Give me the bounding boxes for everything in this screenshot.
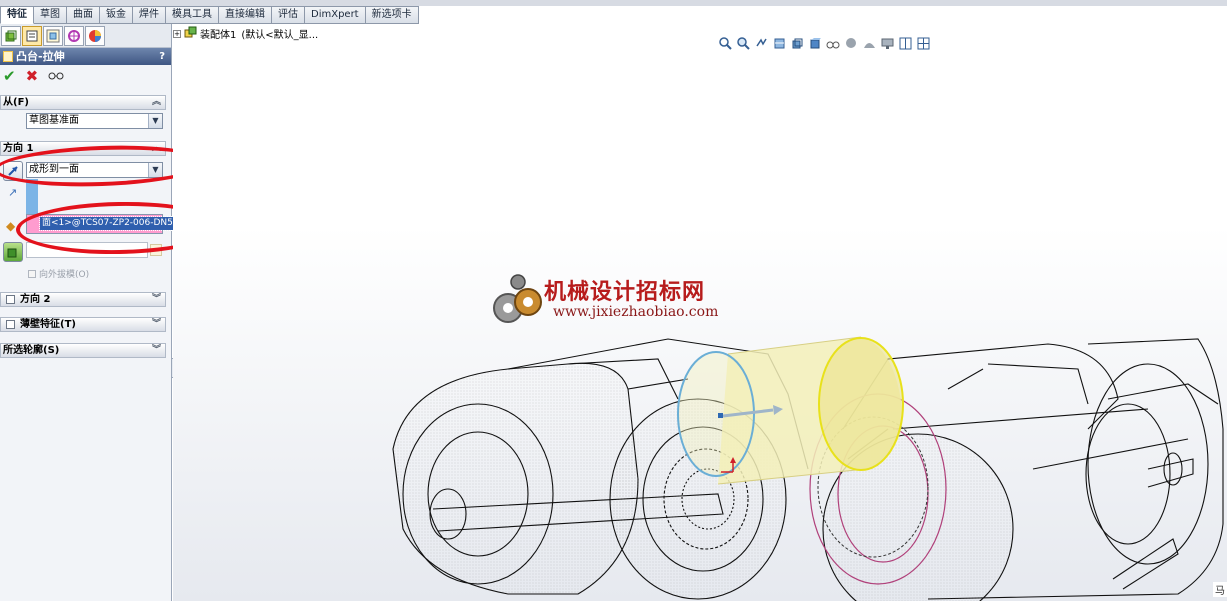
- ok-icon[interactable]: ✔: [3, 67, 16, 85]
- group-selected-contours-header[interactable]: 所选轮廓(S) ︾: [0, 343, 166, 358]
- from-select-value: 草图基准面: [29, 115, 79, 126]
- collapse-icon[interactable]: ︽: [152, 96, 161, 109]
- previous-view-icon[interactable]: [754, 36, 768, 50]
- command-manager-tabs: 特征 草图 曲面 钣金 焊件 模具工具 直接编辑 评估 DimXpert 新选项…: [0, 6, 419, 24]
- assembly-icon: [184, 26, 197, 41]
- display-style-icon[interactable]: [808, 36, 822, 50]
- thin-feature-checkbox[interactable]: [6, 320, 15, 329]
- chevron-down-icon[interactable]: ▼: [148, 114, 162, 128]
- group-from-header[interactable]: 从(F) ︽: [0, 95, 166, 110]
- apply-scene-icon[interactable]: [862, 36, 876, 50]
- split-window-icon[interactable]: [898, 36, 912, 50]
- watermark-title: 机械设计招标网: [544, 279, 706, 305]
- tab-dimxpert[interactable]: DimXpert: [305, 6, 366, 24]
- view-settings-icon[interactable]: [880, 36, 894, 50]
- help-button[interactable]: ?: [159, 48, 165, 65]
- section-view-icon[interactable]: [772, 36, 786, 50]
- tab-new-tab[interactable]: 新选项卡: [365, 6, 419, 24]
- expand-icon[interactable]: ︾: [152, 318, 161, 331]
- expand-icon[interactable]: ︾: [152, 344, 161, 357]
- edit-appearance-icon[interactable]: [844, 36, 858, 50]
- property-manager-icon[interactable]: [22, 25, 42, 46]
- display-manager-icon[interactable]: [85, 25, 105, 46]
- group-from-label: 从(F): [3, 97, 29, 108]
- feature-title: 凸台-拉伸: [16, 50, 65, 63]
- graphics-area[interactable]: + 装配体1 (默认<默认_显... 机械设计招标网 www.jixiezhao…: [173, 24, 1227, 601]
- feature-manager-icon[interactable]: [1, 25, 21, 46]
- draft-outward-option[interactable]: 向外拔模(O): [28, 267, 89, 280]
- tab-mold-tools[interactable]: 模具工具: [166, 6, 219, 24]
- dimxpert-manager-icon[interactable]: [64, 25, 84, 46]
- draft-outward-label: 向外拔模(O): [39, 270, 90, 280]
- tab-surfaces[interactable]: 曲面: [67, 6, 100, 24]
- split-window-icon[interactable]: [916, 36, 930, 50]
- draft-outward-checkbox[interactable]: [28, 269, 36, 278]
- group-selected-contours-label: 所选轮廓(S): [3, 345, 60, 356]
- model-wireframe: [392, 336, 1224, 601]
- draft-toggle-button[interactable]: [3, 242, 23, 262]
- heads-up-view-toolbar: [718, 36, 930, 50]
- tree-expand-icon[interactable]: +: [173, 29, 181, 38]
- group-direction2-header[interactable]: 方向 2 ︾: [0, 292, 166, 307]
- tree-root-label[interactable]: 装配体1: [200, 26, 236, 41]
- zoom-to-fit-icon[interactable]: [718, 36, 732, 50]
- property-manager-title: 凸台-拉伸 ?: [0, 48, 171, 65]
- group-direction2-label: 方向 2: [20, 294, 51, 305]
- manager-tabs: [0, 24, 171, 48]
- configuration-manager-icon[interactable]: [43, 25, 63, 46]
- tab-weldments[interactable]: 焊件: [133, 6, 166, 24]
- direction2-checkbox[interactable]: [6, 295, 15, 304]
- corner-text: 马: [1213, 582, 1227, 597]
- zoom-to-area-icon[interactable]: [736, 36, 750, 50]
- tab-evaluate[interactable]: 评估: [272, 6, 305, 24]
- tab-features[interactable]: 特征: [0, 6, 34, 24]
- property-manager-panel: 凸台-拉伸 ? ✔ ✖ 从(F) ︽ 草图基准面 ▼ 方向 1 ︽ 成形到一面 …: [0, 24, 223, 601]
- tab-direct-editing[interactable]: 直接编辑: [219, 6, 272, 24]
- tree-config-label: (默认<默认_显...: [241, 30, 319, 41]
- group-thin-feature-header[interactable]: 薄壁特征(T) ︾: [0, 317, 166, 332]
- face-selection-icon: ◆: [6, 219, 16, 233]
- cancel-icon[interactable]: ✖: [26, 67, 39, 85]
- draft-icon: [7, 248, 17, 258]
- confirmation-corner: ✔ ✖: [0, 65, 171, 87]
- group-thin-feature-label: 薄壁特征(T): [20, 319, 76, 330]
- expand-icon[interactable]: ︾: [152, 293, 161, 306]
- from-select[interactable]: 草图基准面 ▼: [26, 113, 163, 129]
- tab-sheet-metal[interactable]: 钣金: [100, 6, 133, 24]
- tab-sketch[interactable]: 草图: [34, 6, 67, 24]
- flyout-feature-tree: + 装配体1 (默认<默认_显...: [173, 26, 323, 41]
- view-orientation-icon[interactable]: [790, 36, 804, 50]
- extrude-feature-icon: [3, 51, 13, 62]
- direction-arrow-icon: ↗: [8, 186, 18, 199]
- detailed-preview-icon[interactable]: [48, 69, 64, 84]
- hide-show-icon[interactable]: [826, 36, 840, 50]
